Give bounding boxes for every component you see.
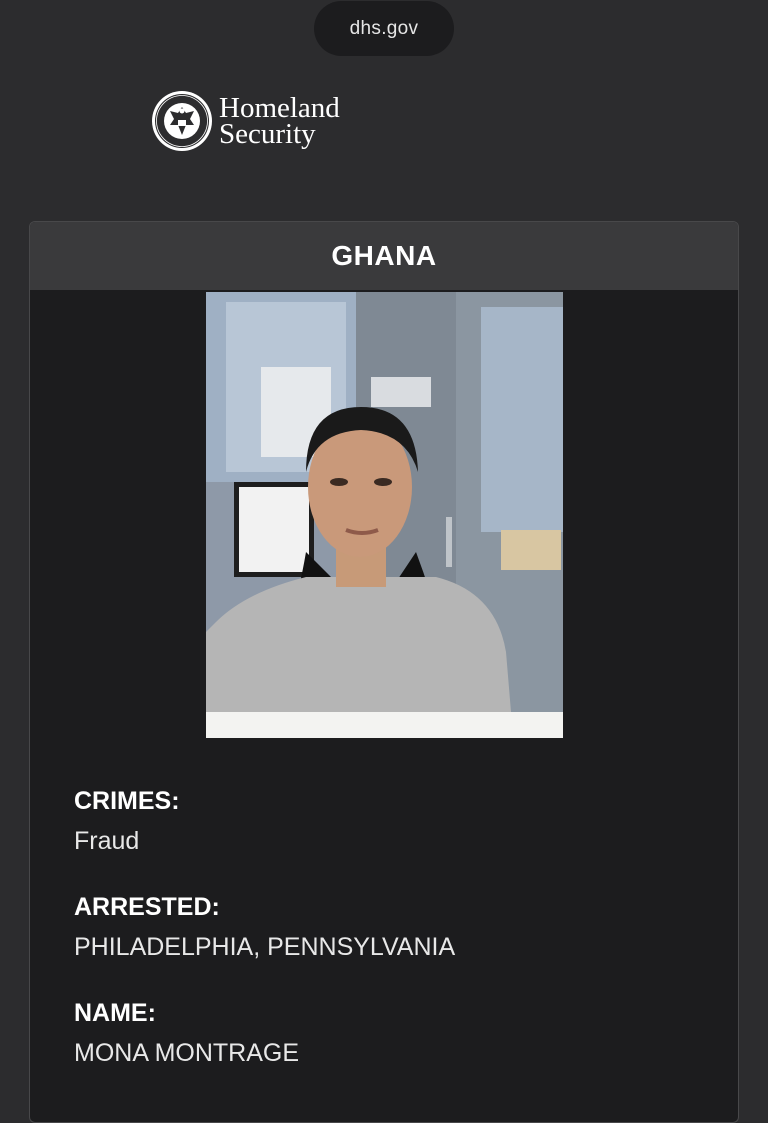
dhs-logo[interactable]: Homeland Security: [150, 89, 340, 153]
detainee-details: CRIMES: Fraud ARRESTED: PHILADELPHIA, PE…: [74, 784, 718, 1102]
card-header: GHANA: [30, 222, 738, 290]
crimes-field: CRIMES: Fraud: [74, 784, 718, 858]
dhs-seal-icon: [152, 91, 212, 151]
crimes-label: CRIMES:: [74, 787, 180, 815]
logo-line-2: Security: [219, 118, 316, 150]
address-bar[interactable]: dhs.gov: [314, 1, 454, 56]
mugshot-image: [206, 292, 563, 738]
arrested-value: PHILADELPHIA, PENNSYLVANIA: [74, 933, 456, 961]
arrested-label: ARRESTED:: [74, 893, 220, 921]
mugshot-photo: [206, 292, 563, 738]
name-field: NAME: MONA MONTRAGE: [74, 996, 718, 1070]
arrested-field: ARRESTED: PHILADELPHIA, PENNSYLVANIA: [74, 890, 718, 964]
name-label: NAME:: [74, 999, 156, 1027]
country-title: GHANA: [331, 240, 437, 271]
detainee-card: GHANA CRIMES: Fraud ARRESTED: PHILADELPH…: [29, 221, 739, 1123]
crimes-value: Fraud: [74, 827, 140, 855]
logo-wordmark: Homeland Security: [219, 94, 340, 150]
name-value: MONA MONTRAGE: [74, 1039, 300, 1067]
url-text: dhs.gov: [349, 17, 419, 39]
